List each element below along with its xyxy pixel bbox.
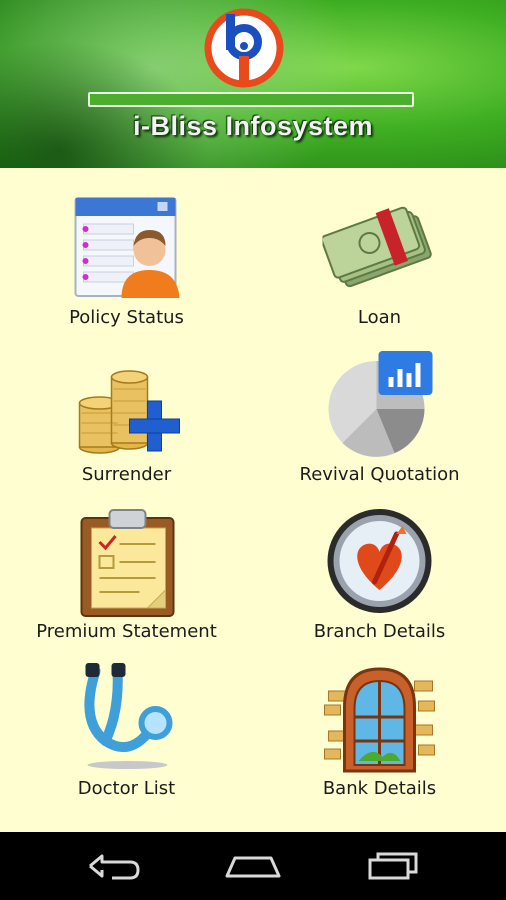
progress-fill bbox=[90, 94, 412, 105]
loading-progress-bar bbox=[88, 92, 414, 107]
heart-clock-icon bbox=[327, 509, 431, 613]
clipboard-icon bbox=[80, 509, 174, 617]
arched-window-icon bbox=[323, 667, 435, 773]
recent-apps-icon[interactable] bbox=[354, 846, 434, 886]
menu-item-bank-details[interactable]: Bank Details bbox=[253, 639, 506, 799]
menu-item-label: Bank Details bbox=[322, 778, 437, 799]
back-icon[interactable] bbox=[72, 846, 152, 886]
money-bundle-icon bbox=[322, 206, 432, 288]
menu-item-premium-statement[interactable]: Premium Statement bbox=[0, 482, 253, 642]
menu-item-policy-status[interactable]: Policy Status bbox=[0, 168, 253, 328]
stethoscope-icon bbox=[84, 663, 172, 769]
coins-plus-icon bbox=[78, 370, 180, 454]
menu-item-doctor-list[interactable]: Doctor List bbox=[0, 639, 253, 799]
policy-user-icon bbox=[74, 197, 179, 298]
menu-item-surrender[interactable]: Surrender bbox=[0, 325, 253, 485]
menu-grid: Policy Status Loan Surrender Revival Quo… bbox=[0, 168, 506, 832]
pie-chart-icon bbox=[328, 351, 432, 457]
menu-item-revival-quotation[interactable]: Revival Quotation bbox=[253, 325, 506, 485]
menu-item-loan[interactable]: Loan bbox=[253, 168, 506, 328]
home-icon[interactable] bbox=[213, 846, 293, 886]
system-navigation-bar bbox=[0, 832, 506, 900]
menu-item-label: Doctor List bbox=[77, 778, 176, 799]
menu-item-branch-details[interactable]: Branch Details bbox=[253, 482, 506, 642]
bi-logo-icon bbox=[204, 8, 284, 88]
brand-title: i-Bliss Infosystem bbox=[132, 111, 374, 141]
app-header: i-Bliss Infosystem bbox=[0, 0, 506, 168]
